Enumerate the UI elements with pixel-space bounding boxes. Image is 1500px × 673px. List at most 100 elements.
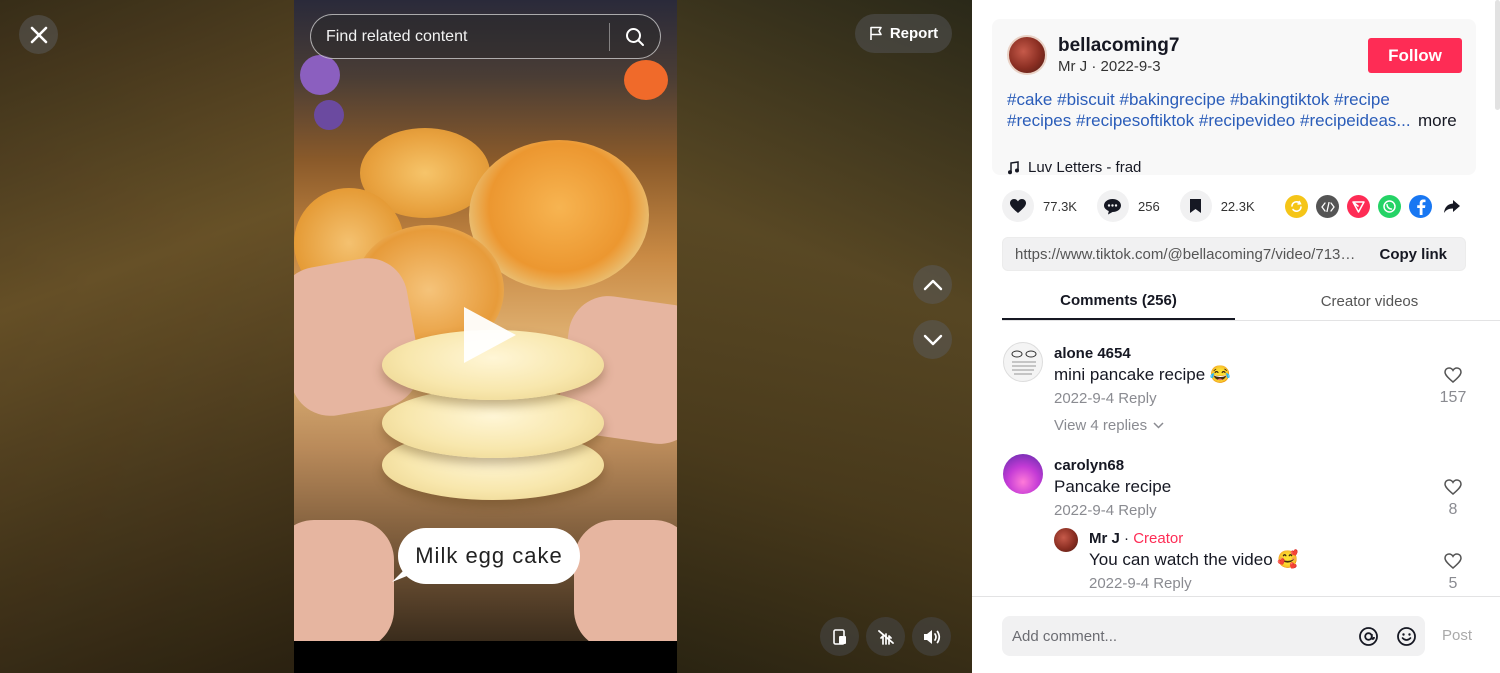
previous-video-button[interactable]: [913, 265, 952, 304]
repost-button[interactable]: [1285, 195, 1308, 218]
hashtag-link[interactable]: #recipe: [1334, 90, 1390, 109]
creator-badge: Creator: [1133, 530, 1184, 547]
related-content-search: [310, 14, 661, 59]
flower-decoration: [314, 100, 344, 130]
comment-input[interactable]: [1002, 616, 1349, 656]
send-to-friends-button[interactable]: [1347, 195, 1370, 218]
hashtag-link[interactable]: #bakingtiktok: [1230, 90, 1329, 109]
search-input[interactable]: [311, 15, 609, 58]
emoji-button[interactable]: [1387, 617, 1425, 655]
close-icon: [30, 26, 47, 43]
post-button[interactable]: Post: [1442, 627, 1472, 644]
commenter-avatar[interactable]: [1003, 454, 1043, 494]
comment-list: alone 4654 mini pancake recipe 😂 2022-9-…: [972, 322, 1500, 596]
volume-button[interactable]: [912, 617, 951, 656]
comment-like-count: 157: [1439, 389, 1467, 406]
blurred-background-left: [0, 0, 294, 673]
follow-button[interactable]: Follow: [1368, 38, 1462, 73]
scrollbar[interactable]: [1495, 0, 1500, 110]
heart-outline-icon: [1444, 479, 1462, 495]
facebook-share-button[interactable]: [1409, 195, 1432, 218]
hashtag-link[interactable]: #recipeideas...: [1300, 111, 1411, 130]
reply-text: You can watch the video 🥰: [1089, 550, 1299, 569]
auto-scroll-off-button[interactable]: [866, 617, 905, 656]
video-url[interactable]: https://www.tiktok.com/@bellacoming7/vid…: [1003, 246, 1363, 263]
tab-comments[interactable]: Comments (256): [1002, 282, 1235, 320]
reply-like-button[interactable]: 5: [1433, 552, 1473, 593]
mention-button[interactable]: [1349, 617, 1387, 655]
hashtag-link[interactable]: #biscuit: [1057, 90, 1115, 109]
comment-text: mini pancake recipe 😂: [1054, 365, 1232, 384]
next-video-button[interactable]: [913, 320, 952, 359]
author-username[interactable]: bellacoming7: [1058, 35, 1179, 57]
music-note-icon: [1008, 160, 1019, 174]
code-icon: [1320, 201, 1335, 212]
save-action[interactable]: 22.3K: [1179, 190, 1255, 222]
hashtag-link[interactable]: #recipesoftiktok: [1076, 111, 1194, 130]
copy-link-button[interactable]: Copy link: [1363, 246, 1465, 263]
play-icon[interactable]: [464, 307, 516, 363]
comment-like-button[interactable]: 8: [1433, 478, 1473, 519]
volume-icon: [923, 629, 940, 644]
save-button[interactable]: [1179, 190, 1212, 222]
report-button[interactable]: Report: [855, 14, 952, 53]
hashtag-link[interactable]: #cake: [1007, 90, 1052, 109]
music-link[interactable]: Luv Letters - frad: [1007, 159, 1141, 176]
flag-icon: [870, 26, 882, 40]
hashtags: #cake #biscuit #bakingrecipe #bakingtikt…: [1007, 89, 1417, 131]
comment-action[interactable]: 256: [1096, 190, 1160, 222]
panel-tabs: Comments (256) Creator videos: [1002, 282, 1500, 321]
commenter-name[interactable]: carolyn68: [1054, 457, 1124, 474]
hashtag-line: #recipes #recipesoftiktok #recipevideo #…: [1007, 110, 1417, 131]
close-button[interactable]: [19, 15, 58, 54]
reply-button[interactable]: Reply: [1118, 390, 1156, 407]
reply-like-count: 5: [1448, 575, 1458, 592]
reply-button[interactable]: Reply: [1153, 575, 1191, 592]
hashtag-link[interactable]: #bakingrecipe: [1119, 90, 1225, 109]
like-button[interactable]: [1002, 190, 1034, 222]
tab-creator-videos[interactable]: Creator videos: [1247, 282, 1492, 320]
hashtag-link[interactable]: #recipes: [1007, 111, 1071, 130]
comment-like-button[interactable]: 157: [1433, 366, 1473, 407]
reply-avatar[interactable]: [1054, 528, 1078, 552]
hand-image: [294, 520, 394, 650]
whatsapp-share-button[interactable]: [1378, 195, 1401, 218]
reply-button[interactable]: Reply: [1118, 502, 1156, 519]
report-label: Report: [889, 25, 939, 42]
mini-player-button[interactable]: [820, 617, 859, 656]
comment-like-count: 8: [1448, 501, 1458, 518]
author-avatar[interactable]: [1007, 35, 1047, 75]
reply-author-name: Mr J: [1089, 530, 1120, 547]
send-icon: [1352, 201, 1365, 213]
more-share-button[interactable]: [1440, 195, 1463, 218]
reply-date: 2022-9-4: [1089, 575, 1150, 592]
video-player[interactable]: Milk egg cake: [294, 0, 677, 673]
share-arrow-icon: [1443, 200, 1460, 213]
heart-icon: [1010, 199, 1026, 213]
dot-separator: ·: [1124, 530, 1134, 547]
post-date: 2022-9-3: [1100, 58, 1161, 75]
comment-meta: 2022-9-4 Reply: [1054, 390, 1157, 407]
reply-author[interactable]: Mr J · Creator: [1089, 530, 1183, 547]
heart-outline-icon: [1444, 367, 1462, 383]
commenter-name[interactable]: alone 4654: [1054, 345, 1131, 362]
comment-button[interactable]: [1096, 190, 1129, 222]
video-info-card: bellacoming7 Mr J · 2022-9-3 Follow #cak…: [992, 19, 1476, 176]
engagement-stats: 77.3K 256 22.3K: [1002, 190, 1275, 222]
hand-image: [574, 520, 677, 650]
like-action[interactable]: 77.3K: [1002, 190, 1077, 222]
search-button[interactable]: [610, 15, 660, 58]
music-title: Luv Letters - frad: [1028, 159, 1142, 176]
comment-count: 256: [1137, 198, 1160, 214]
view-replies-button[interactable]: View 4 replies: [1054, 417, 1164, 434]
comment-composer: Post: [972, 596, 1500, 673]
phone-copy-icon: [832, 628, 846, 645]
heart-outline-icon: [1444, 553, 1462, 569]
hashtag-link[interactable]: #recipevideo: [1199, 111, 1295, 130]
chevron-down-icon: [923, 334, 942, 345]
embed-button[interactable]: [1316, 195, 1339, 218]
more-button[interactable]: more: [1418, 111, 1457, 131]
whatsapp-icon: [1383, 200, 1396, 213]
commenter-avatar[interactable]: [1003, 342, 1043, 382]
comment-date: 2022-9-4: [1054, 502, 1115, 519]
